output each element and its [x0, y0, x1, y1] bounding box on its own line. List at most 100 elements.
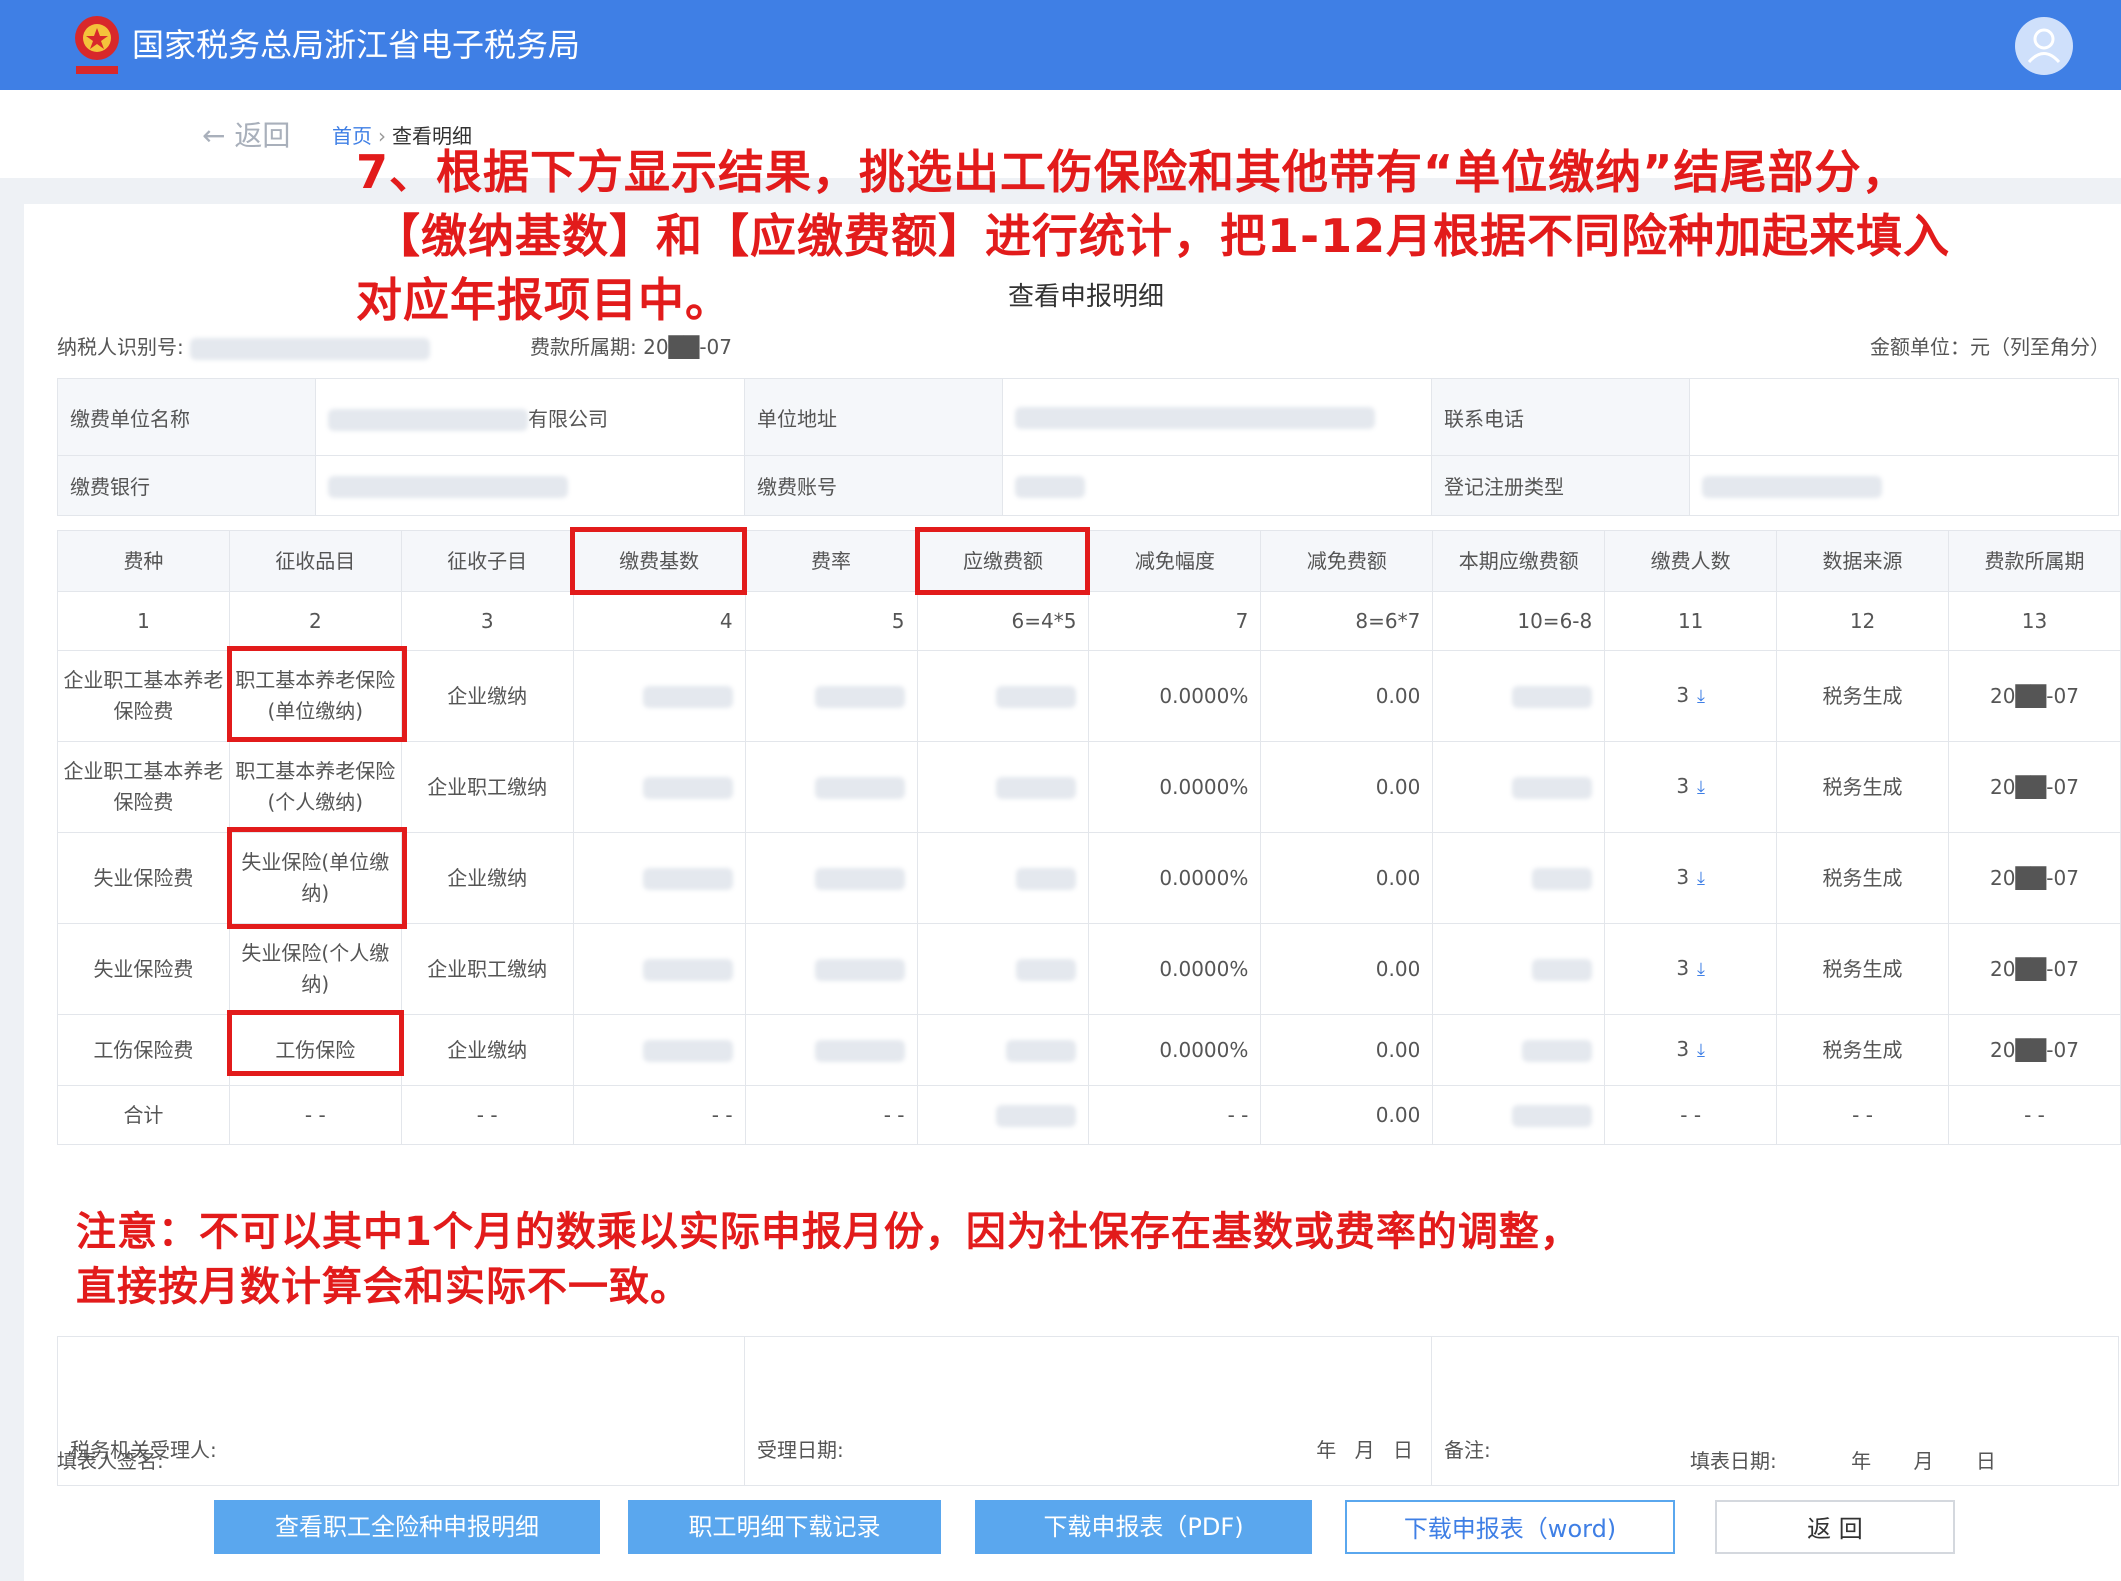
reg-type-value	[1689, 455, 2119, 516]
download-record-button[interactable]: 职工明细下载记录	[628, 1500, 941, 1554]
reduce-rate: 0.0000%	[1088, 832, 1262, 924]
total-dash: - -	[572, 1085, 746, 1145]
rate	[744, 650, 918, 742]
fee-type: 失业保险费	[57, 923, 230, 1015]
reduce-amount: 0.00	[1260, 1014, 1434, 1086]
annotation-line: 7、根据下方显示结果，挑选出工伤保险和其他带有“单位缴纳”结尾部分，	[356, 145, 1909, 199]
payer-name-value: 有限公司	[315, 378, 745, 456]
date-placeholder: 年 月 日	[1316, 1438, 1419, 1462]
phone-label: 联系电话	[1431, 378, 1690, 456]
column-header: 费种	[57, 530, 230, 592]
period-value: 20██-07	[643, 335, 732, 359]
period-label: 费款所属期:	[530, 335, 637, 359]
download-icon[interactable]: ⤓	[1697, 1040, 1705, 1061]
levy-item: 失业保险(个人缴纳)	[228, 923, 402, 1015]
column-index: 12	[1776, 591, 1949, 651]
user-avatar[interactable]	[2015, 17, 2073, 75]
download-icon[interactable]: ⤓	[1697, 777, 1705, 798]
payer-count-value: 3	[1676, 865, 1690, 889]
total-dash: - -	[1947, 1085, 2121, 1145]
total-row: 合计 - - - - - - - - - - 0.00 - - - - - -	[57, 1085, 2121, 1145]
arrow-left-icon: ←	[202, 119, 226, 152]
download-icon[interactable]: ⤓	[1697, 959, 1705, 980]
due-amount	[916, 650, 1090, 742]
site-title: 国家税务总局浙江省电子税务局	[132, 26, 581, 64]
address-label: 单位地址	[744, 378, 1003, 456]
accept-date-cell: 受理日期: 年 月 日	[744, 1336, 1432, 1486]
total-dash: - -	[400, 1085, 574, 1145]
download-icon[interactable]: ⤓	[1697, 686, 1705, 707]
payer-count[interactable]: 3 ⤓	[1604, 832, 1778, 924]
column-index: 11	[1604, 591, 1778, 651]
amount-unit: 金额单位：元（列至角分）	[1870, 335, 2110, 359]
filler-signature: 填表人签名:	[57, 1449, 164, 1473]
period-due-amount	[1432, 1014, 1606, 1086]
period-due-amount	[1432, 741, 1606, 833]
back-label: 返回	[234, 119, 291, 152]
total-reduce-amount: 0.00	[1260, 1085, 1434, 1145]
column-index: 10=6-8	[1432, 591, 1606, 651]
payer-count[interactable]: 3 ⤓	[1604, 650, 1778, 742]
base-amount	[572, 650, 746, 742]
column-index: 1	[57, 591, 230, 651]
levy-subitem: 企业缴纳	[400, 1014, 574, 1086]
payer-count-value: 3	[1676, 774, 1690, 798]
note-annotation: 注意：不可以其中1个月的数乘以实际申报月份，因为社保存在基数或费率的调整， 直接…	[76, 1205, 1756, 1315]
download-icon[interactable]: ⤓	[1697, 868, 1705, 889]
instruction-annotation: 7、根据下方显示结果，挑选出工伤保险和其他带有“单位缴纳”结尾部分， 【缴纳基数…	[356, 140, 2046, 332]
fee-type: 工伤保险费	[57, 1014, 230, 1086]
data-source: 税务生成	[1776, 1014, 1949, 1086]
column-index: 8=6*7	[1260, 591, 1434, 651]
bank-label: 缴费银行	[57, 455, 316, 516]
highlight-box	[227, 827, 407, 929]
fee-period: 20██-07	[1947, 923, 2121, 1015]
period-due-amount	[1432, 832, 1606, 924]
total-dash: - -	[1604, 1085, 1778, 1145]
table-row: 企业职工基本养老保险费 职工基本养老保险(个人缴纳) 企业职工缴纳 0.0000…	[57, 741, 2121, 833]
back-button[interactable]: 返 回	[1715, 1500, 1955, 1554]
base-amount	[572, 1014, 746, 1086]
column-header: 减免幅度	[1088, 530, 1262, 592]
reduce-rate: 0.0000%	[1088, 741, 1262, 833]
column-index: 7	[1088, 591, 1262, 651]
reduce-amount: 0.00	[1260, 832, 1434, 924]
total-dash: - -	[744, 1085, 918, 1145]
reduce-rate: 0.0000%	[1088, 1014, 1262, 1086]
fee-type: 企业职工基本养老保险费	[57, 741, 230, 833]
back-link[interactable]: ← 返回	[202, 120, 290, 152]
column-index: 5	[744, 591, 918, 651]
reg-type-label: 登记注册类型	[1431, 455, 1690, 516]
taxpayer-id: 纳税人识别号:	[57, 334, 431, 360]
account-value	[1002, 455, 1432, 516]
view-all-insurance-detail-button[interactable]: 查看职工全险种申报明细	[214, 1500, 600, 1554]
period-due-amount	[1432, 650, 1606, 742]
accept-date-label: 受理日期:	[757, 1438, 844, 1462]
column-header: 数据来源	[1776, 530, 1949, 592]
payer-count[interactable]: 3 ⤓	[1604, 741, 1778, 833]
levy-subitem: 企业缴纳	[400, 832, 574, 924]
fee-period: 20██-07	[1947, 1014, 2121, 1086]
reduce-rate: 0.0000%	[1088, 650, 1262, 742]
total-label: 合计	[57, 1085, 230, 1145]
payer-info-table: 缴费单位名称 有限公司 单位地址 联系电话 缴费银行 缴费账号 登记注册类型	[57, 378, 2119, 516]
annotation-line: 直接按月数计算会和实际不一致。	[76, 1264, 691, 1310]
download-pdf-button[interactable]: 下载申报表（PDF)	[975, 1500, 1312, 1554]
column-header: 征收子目	[400, 530, 574, 592]
download-word-button[interactable]: 下载申报表（word)	[1345, 1500, 1675, 1554]
column-header: 费率	[744, 530, 918, 592]
date-placeholder: 年 月 日	[1851, 1449, 2014, 1473]
page-title: 查看申报明细	[1008, 282, 1165, 312]
annotation-line: 对应年报项目中。	[356, 273, 732, 327]
annotation-line: 【缴纳基数】和【应缴费额】进行统计，把1-12月根据不同险种加起来填入	[374, 209, 1951, 263]
phone-value	[1689, 378, 2119, 456]
national-emblem-icon	[75, 16, 119, 74]
payer-count[interactable]: 3 ⤓	[1604, 1014, 1778, 1086]
column-index: 13	[1947, 591, 2121, 651]
reduce-amount: 0.00	[1260, 741, 1434, 833]
rate	[744, 832, 918, 924]
payer-count[interactable]: 3 ⤓	[1604, 923, 1778, 1015]
column-index: 6=4*5	[916, 591, 1090, 651]
fee-period: 20██-07	[1947, 741, 2121, 833]
fill-date-label: 填表日期:	[1690, 1449, 1777, 1473]
levy-subitem: 企业职工缴纳	[400, 923, 574, 1015]
